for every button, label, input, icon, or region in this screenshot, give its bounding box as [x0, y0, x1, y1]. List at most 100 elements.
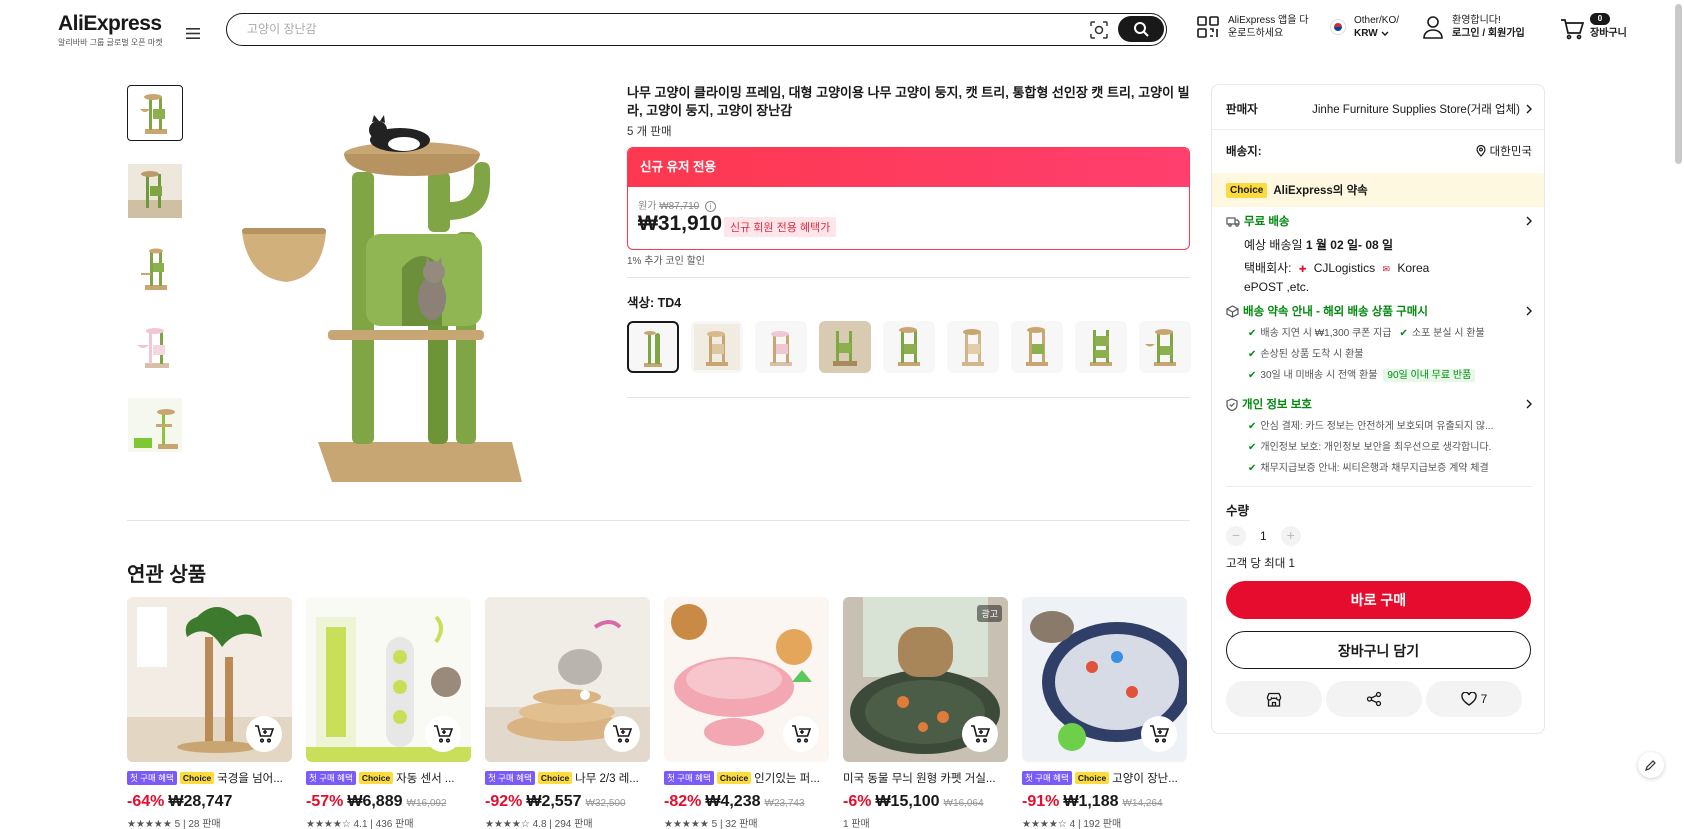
- qr-code-icon: [1197, 16, 1219, 38]
- product-image[interactable]: [664, 597, 829, 762]
- product-name[interactable]: 자동 센서 ...: [396, 770, 454, 786]
- add-to-cart-icon[interactable]: [1141, 716, 1177, 752]
- product-name[interactable]: 미국 동물 무늬 원형 카펫 거실...: [843, 770, 996, 786]
- rating-sales: 1 판매: [843, 819, 870, 829]
- search-icon: [1134, 22, 1149, 37]
- product-price-row: -92% ₩2,557 ₩32,500: [485, 793, 650, 811]
- thumbnail[interactable]: [127, 319, 183, 375]
- product-page: AliExpress 알리바바 그룹 글로벌 오픈 마켓 AliExpress …: [0, 0, 1684, 829]
- color-option[interactable]: [627, 321, 679, 373]
- chevron-right-icon: [1526, 399, 1532, 409]
- color-option[interactable]: [1075, 321, 1127, 373]
- product-title-row: 첫 구매 혜택 Choice 고양이 장난...: [1022, 770, 1187, 786]
- ad-label: 광고: [977, 605, 1002, 622]
- quantity-value[interactable]: 1: [1260, 529, 1267, 543]
- product-image[interactable]: [127, 597, 292, 762]
- product-card[interactable]: 첫 구매 혜택 Choice 고양이 장난... -91% ₩1,188 ₩14,264…: [1022, 597, 1187, 829]
- eta-label: 예상 배송일: [1244, 238, 1303, 252]
- region-selector[interactable]: Other/KO/ KRW: [1330, 14, 1399, 40]
- privacy-block[interactable]: 개인 정보 보호 ✔ 안심 결제: 카드 정보는 안전하게 보호되며 유출되지 않…: [1226, 396, 1532, 475]
- increase-button[interactable]: +: [1280, 526, 1301, 546]
- discount: -91%: [1022, 793, 1060, 810]
- color-option[interactable]: [819, 321, 871, 373]
- color-option[interactable]: [755, 321, 807, 373]
- product-price-row: -64% ₩28,747: [127, 793, 292, 811]
- delivery-promise-block[interactable]: 배송 약속 안내 - 해외 배송 상품 구매시 ✔ 배송 지연 시 ₩1,300 …: [1226, 303, 1532, 382]
- color-label: 색상: TD4: [627, 296, 682, 310]
- wishlist-count: 7: [1480, 692, 1488, 706]
- product-card[interactable]: 광고 미국 동물 무늬 원형 카펫 거실... -6% ₩15,100 ₩16,06…: [843, 597, 1008, 829]
- product-card[interactable]: 첫 구매 혜택 Choice 나무 2/3 레... -92% ₩2,557 ₩32,5…: [485, 597, 650, 829]
- search-button[interactable]: [1118, 16, 1164, 42]
- wishlist-button[interactable]: 7: [1426, 681, 1522, 717]
- check-icon: ✔: [1248, 328, 1257, 339]
- divider: [1212, 129, 1544, 130]
- color-option[interactable]: [1139, 321, 1191, 373]
- app-download[interactable]: AliExpress 앱을 다 운로드하세요: [1196, 14, 1308, 40]
- discount: -57%: [306, 793, 344, 810]
- price-badge: 신규 회원 전용 혜택가: [724, 217, 837, 237]
- search-input[interactable]: [247, 19, 1047, 39]
- product-title: 나무 고양이 클라이밍 프레임, 대형 고양이용 나무 고양이 둥지, 캣 트리…: [627, 85, 1190, 118]
- original-price: ₩16,092: [406, 798, 447, 809]
- location-pin-icon: [1476, 145, 1486, 157]
- add-to-cart-icon[interactable]: [783, 716, 819, 752]
- product-card[interactable]: 첫 구매 혜택 Choice 국경을 넘어... -64% ₩28,747 ★★★★★…: [127, 597, 292, 829]
- info-icon[interactable]: i: [705, 200, 716, 212]
- add-to-cart-icon[interactable]: [246, 716, 282, 752]
- thumbnail[interactable]: [127, 397, 183, 453]
- choice-promise-text: AliExpress의 약속: [1273, 185, 1368, 197]
- product-name[interactable]: 인기있는 퍼...: [754, 770, 820, 786]
- product-image[interactable]: [485, 597, 650, 762]
- product-image[interactable]: [1022, 597, 1187, 762]
- product-card[interactable]: 첫 구매 혜택 Choice 자동 센서 ... -57% ₩6,889 ₩16,092…: [306, 597, 471, 829]
- feedback-button[interactable]: [1638, 752, 1664, 778]
- login-signup-link[interactable]: 로그인 / 회원가입: [1452, 28, 1525, 39]
- add-to-cart-icon[interactable]: [962, 716, 998, 752]
- add-to-cart-icon[interactable]: [604, 716, 640, 752]
- thumbnail[interactable]: [127, 241, 183, 297]
- aliexpress-logo[interactable]: AliExpress 알리바바 그룹 글로벌 오픈 마켓: [58, 12, 163, 48]
- free-shipping-block[interactable]: 무료 배송 예상 배송일 1 월 02 일- 08 일 택배회사: ✚ CJLo…: [1226, 213, 1532, 296]
- product-card[interactable]: 첫 구매 혜택 Choice 인기있는 퍼... -82% ₩4,238 ₩23,743…: [664, 597, 829, 829]
- color-swatches: [627, 321, 1191, 373]
- thumbnail[interactable]: [127, 163, 183, 219]
- free-return-badge: 90일 이내 무료 반품: [1383, 369, 1476, 382]
- privacy-item: 채무지급보증 안내: 씨티은행과 채무지급보증 계약 체결: [1260, 463, 1489, 474]
- first-purchase-tag: 첫 구매 혜택: [485, 771, 535, 785]
- product-price-row: -91% ₩1,188 ₩14,264: [1022, 793, 1187, 811]
- ship-to-value: 대한민국: [1489, 146, 1532, 158]
- color-option[interactable]: [883, 321, 935, 373]
- delivery-promise-title: 배송 약속 안내 - 해외 배송 상품 구매시: [1243, 306, 1428, 318]
- thumbnail[interactable]: [127, 85, 183, 141]
- coin-discount-note: 1% 추가 코인 할인: [627, 256, 705, 267]
- store-button[interactable]: [1226, 681, 1322, 717]
- account-menu[interactable]: 환영합니다! 로그인 / 회원가입: [1422, 14, 1525, 40]
- color-option[interactable]: [947, 321, 999, 373]
- image-search-icon[interactable]: [1089, 20, 1109, 40]
- cart-count-badge: 0: [1590, 13, 1610, 25]
- ship-to-row[interactable]: 배송지: 대한민국: [1226, 143, 1532, 159]
- related-products-title: 연관 상품: [127, 564, 207, 586]
- product-name[interactable]: 나무 2/3 레...: [575, 770, 639, 786]
- check-icon: ✔: [1248, 442, 1257, 453]
- rating-sales: ★★★★☆ 4.8 | 294 판매: [485, 819, 593, 829]
- decrease-button[interactable]: −: [1226, 526, 1246, 546]
- share-button[interactable]: [1326, 681, 1422, 717]
- add-to-cart-icon[interactable]: [425, 716, 461, 752]
- menu-icon[interactable]: [183, 23, 203, 43]
- seller-row[interactable]: 판매자 Jinhe Furniture Supplies Store(거래 업체…: [1226, 101, 1532, 117]
- product-title-row: 첫 구매 혜택 Choice 자동 센서 ...: [306, 770, 471, 786]
- color-option[interactable]: [1011, 321, 1063, 373]
- color-option[interactable]: [691, 321, 743, 373]
- original-price-line: 원가 ₩87,710 i: [638, 197, 716, 212]
- price: ₩4,238: [705, 793, 761, 810]
- add-to-cart-button[interactable]: 장바구니 담기: [1226, 631, 1531, 669]
- product-name[interactable]: 국경을 넘어...: [217, 770, 283, 786]
- main-product-image[interactable]: [242, 82, 622, 492]
- product-name[interactable]: 고양이 장난...: [1112, 770, 1178, 786]
- page-scrollbar[interactable]: [1675, 4, 1682, 164]
- product-image[interactable]: [306, 597, 471, 762]
- product-image[interactable]: 광고: [843, 597, 1008, 762]
- buy-now-button[interactable]: 바로 구매: [1226, 581, 1531, 619]
